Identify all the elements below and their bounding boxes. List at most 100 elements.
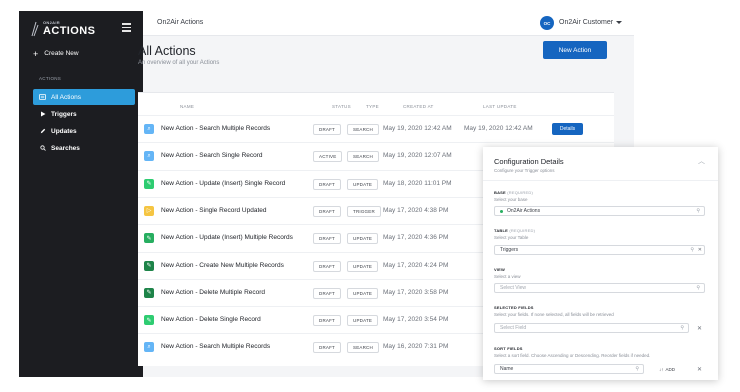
type-badge: SEARCH [347,151,379,163]
configuration-panel: Configuration Details Configure your Tri… [483,147,718,380]
table-label: TABLE (REQUIRED) [494,228,536,233]
created-at: May 19, 2020 12:07 AM [383,152,452,160]
sidebar: ON2AIR ACTIONS + Create New ACTIONS All … [19,11,143,377]
status-dot [500,209,503,213]
add-sort-label: ADD [665,367,676,372]
selected-fields-select[interactable]: Select Field ⚲ [494,323,689,333]
column-header-status[interactable]: STATUS [332,104,351,109]
action-name[interactable]: New Action - Delete Single Record [161,316,261,323]
table-help: Select your Table [494,235,529,240]
page-subtitle: An overview of all your Actions [138,60,220,66]
search-icon: ⌕ [144,151,154,162]
search-icon: ⚲ [696,208,700,214]
action-name[interactable]: New Action - Single Record Updated [161,207,267,214]
sort-field-value: Name [500,366,514,372]
edit-icon: ✎ [144,287,154,298]
base-label: BASE (REQUIRED) [494,190,534,195]
search-icon: ⚲ [690,247,694,253]
sort-field-select[interactable]: Name ⚲ [494,364,644,374]
status-badge: DRAFT [313,124,341,135]
created-at: May 17, 2020 3:58 PM [383,288,449,296]
type-badge: UPDATE [347,233,379,245]
create-new-label: Create New [44,50,79,57]
type-badge: UPDATE [347,260,379,272]
sort-fields-help: Select a sort field. Choose Ascending or… [494,353,651,358]
type-badge: TRIGGER [347,205,381,217]
create-new-button[interactable]: + Create New [33,48,79,59]
created-at: May 19, 2020 12:42 AM [383,125,452,132]
selected-fields-help: Select your fields. If none selected, al… [494,312,614,317]
type-badge: UPDATE [347,315,379,327]
sidebar-section-label: ACTIONS [39,76,62,81]
edit-icon: ✎ [144,233,154,244]
action-name[interactable]: New Action - Create New Multiple Records [161,262,284,269]
divider [483,180,718,181]
action-name[interactable]: New Action - Search Multiple Records [161,125,270,132]
search-icon: ⚲ [680,325,684,331]
created-at: May 17, 2020 4:36 PM [383,234,449,242]
created-at: May 16, 2020 7:31 PM [383,343,449,351]
sidebar-item-label: All Actions [51,93,81,101]
user-menu[interactable]: On2Air Customer [559,19,613,26]
base-help: Select your base [494,197,528,202]
plus-icon: + [33,48,39,59]
view-label: VIEW [494,267,506,272]
menu-toggle-icon[interactable] [122,23,131,32]
play-icon: ▷ [144,205,154,216]
add-sort-button[interactable]: ↓↑ ADD [659,367,675,372]
search-icon: ⌕ [144,124,154,134]
avatar[interactable]: OC [540,16,554,30]
top-bar: On2Air Actions OC On2Air Customer [143,11,634,36]
type-badge: UPDATE [347,178,379,190]
status-badge: ACTIVE [313,151,343,163]
brand-logo[interactable]: ON2AIR ACTIONS [31,19,131,41]
view-select[interactable]: Select View ⚲ [494,283,705,293]
chevron-down-icon[interactable] [616,21,622,24]
sidebar-item-searches[interactable]: Searches [33,140,135,156]
status-badge: DRAFT [313,260,341,272]
details-button[interactable]: Details [552,123,583,135]
status-badge: DRAFT [313,233,341,245]
close-icon[interactable]: ✕ [698,247,702,253]
sidebar-item-triggers[interactable]: Triggers [33,106,135,122]
sidebar-item-updates[interactable]: Updates [33,123,135,139]
action-name[interactable]: New Action - Delete Multiple Record [161,289,265,296]
created-at: May 17, 2020 3:54 PM [383,316,449,324]
column-header-name[interactable]: NAME [180,104,194,109]
status-badge: DRAFT [313,205,341,217]
action-name[interactable]: New Action - Search Single Record [161,152,263,159]
last-update: May 19, 2020 12:42 AM [464,125,533,132]
status-badge: DRAFT [313,178,341,190]
view-help: Select a view [494,274,521,279]
status-badge: DRAFT [313,342,341,354]
close-icon[interactable]: ✕ [697,366,702,373]
chevron-up-icon[interactable]: ︿ [698,156,705,166]
created-at: May 17, 2020 4:24 PM [383,261,449,269]
sidebar-item-all-actions[interactable]: All Actions [33,89,135,105]
column-header-type[interactable]: TYPE [366,104,379,109]
search-icon: ⚲ [696,285,700,291]
view-placeholder: Select View [500,285,527,291]
sidebar-item-label: Searches [51,144,80,152]
list-icon [39,94,46,101]
table-select[interactable]: Triggers ⚲ ✕ [494,245,705,255]
column-header-created[interactable]: CREATED AT [403,104,434,109]
sort-fields-label: SORT FIELDS [494,346,523,351]
sort-order-icon: ↓↑ [659,367,664,372]
column-header-updated[interactable]: LAST UPDATE [483,104,517,109]
selected-fields-label: SELECTED FIELDS [494,305,534,310]
logo-mark-icon [31,21,39,37]
action-name[interactable]: New Action - Update (Insert) Multiple Re… [161,234,293,241]
type-badge: SEARCH [347,342,379,354]
new-action-button[interactable]: New Action [543,41,607,59]
action-name[interactable]: New Action - Update (Insert) Single Reco… [161,180,285,187]
action-name[interactable]: New Action - Search Multiple Records [161,343,270,350]
table-row[interactable]: ⌕ New Action - Search Multiple Records DRA… [138,115,614,142]
search-icon: ⌕ [144,342,154,353]
config-subtitle: Configure your Trigger options [494,168,555,173]
search-icon [39,145,46,152]
base-select[interactable]: On2Air Actions ⚲ [494,206,705,216]
created-at: May 18, 2020 11:01 PM [383,179,452,187]
close-icon[interactable]: ✕ [697,325,702,332]
brand-name: ACTIONS [43,25,96,37]
